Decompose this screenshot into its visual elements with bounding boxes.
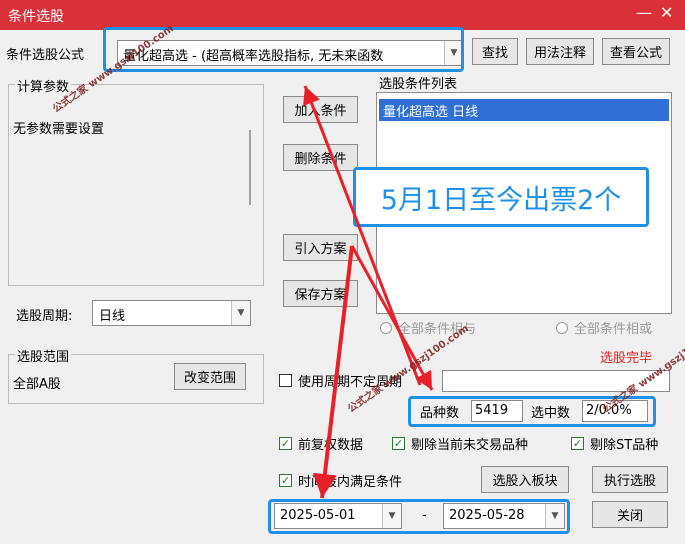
add-condition-button[interactable]: 加入条件 — [283, 96, 358, 123]
title-bar: 条件选股 — ✕ — [0, 0, 685, 30]
execute-button[interactable]: 执行选股 — [592, 466, 668, 493]
params-text: 无参数需要设置 — [13, 122, 105, 137]
close-button[interactable]: 关闭 — [592, 501, 668, 528]
time-range-checkbox[interactable]: ✓ — [279, 474, 292, 487]
window-title: 条件选股 — [8, 9, 64, 25]
params-group: 计算参数 无参数需要设置 — [8, 76, 264, 286]
remove-condition-button[interactable]: 删除条件 — [283, 144, 358, 171]
list-item[interactable]: 量化超高选 日线 — [379, 99, 669, 121]
change-range-button[interactable]: 改变范围 — [174, 363, 246, 390]
scrollbar[interactable] — [249, 130, 251, 205]
import-plan-button[interactable]: 引入方案 — [283, 234, 358, 261]
period-value: 日线 — [99, 309, 126, 324]
conditions-title: 选股条件列表 — [379, 77, 458, 92]
range-value: 全部A股 — [13, 377, 61, 392]
or-radio[interactable] — [556, 322, 568, 334]
dates-highlight — [268, 499, 570, 534]
restore-rights-checkbox[interactable]: ✓ — [279, 437, 292, 450]
period-label: 选股周期: — [16, 309, 73, 324]
annotation-callout: 5月1日至今出票2个 — [353, 167, 649, 227]
exclude-st-label: 剔除ST品种 — [590, 438, 659, 453]
use-period-checkbox[interactable] — [279, 374, 292, 387]
exclude-st-checkbox[interactable]: ✓ — [571, 437, 584, 450]
select-into-block-button[interactable]: 选股入板块 — [481, 466, 569, 493]
exclude-untraded-checkbox[interactable]: ✓ — [392, 437, 405, 450]
save-plan-button[interactable]: 保存方案 — [283, 280, 358, 307]
watermark-logo: 公式之家 www.gszj100.com — [601, 323, 685, 416]
usage-button[interactable]: 用法注释 — [526, 38, 594, 65]
and-radio[interactable] — [380, 322, 392, 334]
watermark-logo: 公式之家 www.gszj100.com — [346, 323, 471, 416]
close-icon[interactable]: ✕ — [660, 3, 673, 22]
time-range-label: 时间段内满足条件 — [298, 475, 403, 490]
chevron-down-icon[interactable]: ▼ — [231, 301, 250, 325]
restore-rights-label: 前复权数据 — [298, 438, 364, 453]
period-select[interactable]: 日线 ▼ — [92, 300, 251, 326]
view-formula-button[interactable]: 查看公式 — [602, 38, 670, 65]
minimize-icon[interactable]: — — [636, 3, 652, 22]
find-button[interactable]: 查找 — [472, 38, 518, 65]
watermark-logo: 公式之家 www.gszj100.com — [51, 23, 176, 116]
exclude-untraded-label: 剔除当前未交易品种 — [411, 438, 529, 453]
range-group-title: 选股范围 — [15, 346, 72, 365]
or-label: 全部条件相或 — [574, 322, 653, 337]
